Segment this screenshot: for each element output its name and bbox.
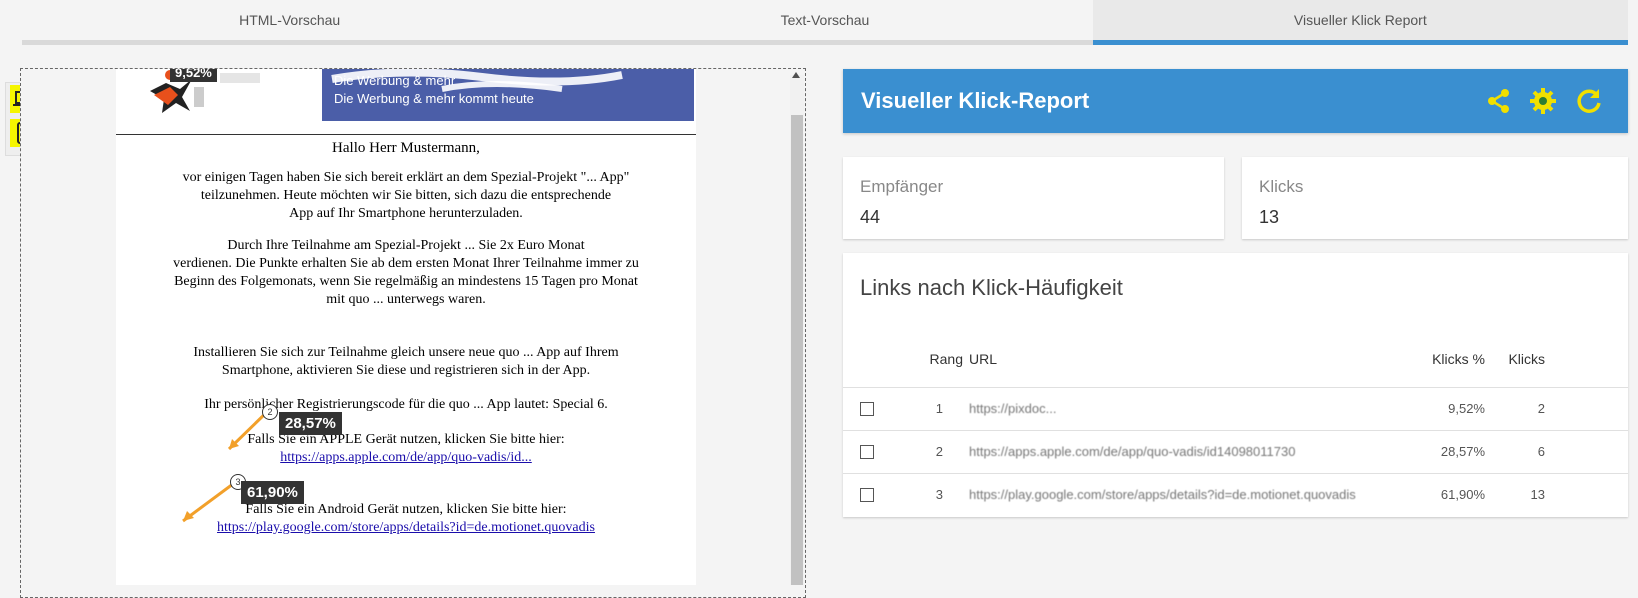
- row-checkbox[interactable]: [860, 488, 874, 502]
- row-clicks: 2: [1537, 401, 1545, 416]
- row-url[interactable]: https://play.google.com/store/apps/detai…: [969, 487, 1356, 502]
- row-rank: 2: [935, 444, 943, 459]
- share-icon[interactable]: [1485, 87, 1513, 115]
- row-clicks: 6: [1537, 444, 1545, 459]
- table-row[interactable]: 2 https://apps.apple.com/de/app/quo-vadi…: [843, 430, 1628, 473]
- clicks-value: 13: [1259, 207, 1280, 227]
- row-rank: 1: [935, 401, 943, 416]
- refresh-icon[interactable]: [1575, 87, 1603, 115]
- report-title: Visueller Klick-Report: [861, 88, 1090, 113]
- row-checkbox[interactable]: [860, 445, 874, 459]
- links-title: Links nach Klick-Häufigkeit: [860, 275, 1123, 300]
- click-percent-badge-2: 28,57%: [279, 412, 342, 435]
- click-rank-circle-2: 2: [262, 404, 278, 420]
- recipients-value: 44: [860, 207, 881, 227]
- tab-visual-click-report[interactable]: Visueller Klick Report: [1092, 0, 1628, 45]
- col-rank[interactable]: Rang: [913, 351, 963, 367]
- row-checkbox[interactable]: [860, 402, 874, 416]
- tab-html-preview[interactable]: HTML-Vorschau: [22, 0, 558, 45]
- links-card: Links nach Klick-Häufigkeit Rang URL Kli…: [843, 253, 1628, 517]
- click-percent-badge-3: 61,90%: [241, 481, 304, 504]
- row-rank: 3: [935, 487, 943, 502]
- click-arrows: [182, 409, 270, 523]
- row-clicks-pct: 9,52%: [1448, 401, 1485, 416]
- recipients-card: Empfänger 44: [843, 157, 1224, 239]
- clicks-label: Klicks: [1259, 177, 1304, 196]
- col-clicks-pct[interactable]: Klicks %: [1403, 351, 1485, 367]
- gear-icon[interactable]: [1529, 87, 1557, 115]
- table-row[interactable]: 3 https://play.google.com/store/apps/det…: [843, 473, 1628, 516]
- scroll-up-arrow-icon[interactable]: [792, 72, 800, 78]
- tab-text-preview[interactable]: Text-Vorschau: [557, 0, 1093, 45]
- report-header: Visueller Klick-Report: [843, 69, 1628, 133]
- email-preview: 9,52% Die Werbung & mehr Die Werbung & m…: [116, 69, 696, 585]
- row-clicks: 13: [1530, 487, 1545, 502]
- col-url[interactable]: URL: [969, 351, 997, 367]
- col-clicks[interactable]: Klicks: [1503, 351, 1545, 367]
- row-clicks-pct: 61,90%: [1440, 487, 1485, 502]
- row-clicks-pct: 28,57%: [1440, 444, 1485, 459]
- recipients-label: Empfänger: [860, 177, 944, 196]
- row-url[interactable]: https://apps.apple.com/de/app/quo-vadis/…: [969, 444, 1295, 459]
- preview-scrollbar-thumb[interactable]: [791, 115, 803, 585]
- row-url[interactable]: https://pixdoc...: [969, 401, 1056, 416]
- tab-bar: HTML-Vorschau Text-Vorschau Visueller Kl…: [22, 0, 1628, 45]
- clicks-card: Klicks 13: [1242, 157, 1628, 239]
- table-row[interactable]: 1 https://pixdoc... 9,52% 2: [843, 387, 1628, 430]
